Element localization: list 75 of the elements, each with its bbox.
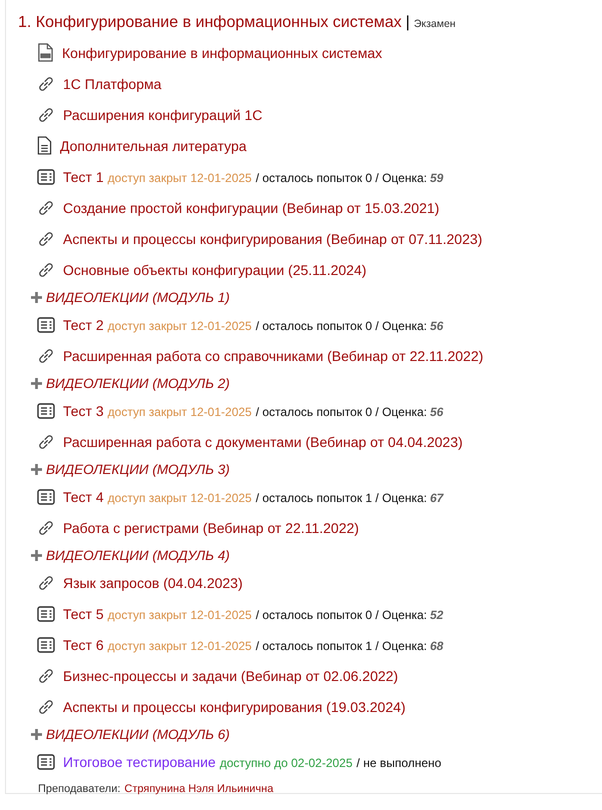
plus-icon[interactable] <box>31 292 42 302</box>
attempts-info: / осталось попыток 0 / Оценка: <box>256 608 427 622</box>
grade-value: 56 <box>430 318 444 332</box>
item-link[interactable]: Основные объекты конфигурации (25.11.2024) <box>63 262 366 278</box>
item-link[interactable]: Тест 1 <box>63 168 104 184</box>
checklist-icon <box>37 754 55 770</box>
link-icon <box>37 346 55 364</box>
access-status: доступ закрыт 12-01-2025 <box>108 318 252 332</box>
item-link[interactable]: Конфигурирование в информационных системах <box>62 44 382 60</box>
item-link[interactable]: Бизнес-процессы и задачи (Вебинар от 02.06.2022) <box>63 668 398 684</box>
item-link[interactable]: Аспекты и процессы конфигурирования (Вебинар от 07.11.2023) <box>63 230 482 246</box>
assessment-label: Экзамен <box>414 18 456 30</box>
grade-value: 68 <box>430 638 444 652</box>
checklist-icon <box>37 168 55 184</box>
item-link[interactable]: Работа с регистрами (Вебинар от 22.11.2022) <box>63 520 359 536</box>
link-icon <box>37 198 55 216</box>
link-icon <box>37 666 55 684</box>
grade-value: 59 <box>430 170 444 184</box>
link-icon <box>37 432 55 450</box>
item-link[interactable]: Дополнительная литература <box>60 138 247 154</box>
document-icon <box>37 136 52 155</box>
item-link[interactable]: Аспекты и процессы конфигурирования (19.03.2024) <box>63 698 406 714</box>
item-link[interactable]: Расширенная работа с документами (Вебинар от 04.04.2023) <box>63 434 463 450</box>
item-link[interactable]: Итоговое тестирование <box>63 754 216 770</box>
plus-icon[interactable] <box>31 378 42 388</box>
plus-icon[interactable] <box>31 728 42 740</box>
section-toggle[interactable]: ВИДЕОЛЕКЦИИ (МОДУЛЬ 4) <box>46 548 230 562</box>
item-link[interactable]: Расширения конфигураций 1С <box>63 106 262 122</box>
checklist-icon <box>37 488 55 504</box>
access-status: доступ закрыт 12-01-2025 <box>108 608 252 622</box>
checklist-icon <box>37 316 55 332</box>
link-icon <box>37 230 55 248</box>
access-status: доступ закрыт 12-01-2025 <box>108 404 252 418</box>
checklist-icon <box>37 402 55 418</box>
plus-icon[interactable] <box>31 550 42 560</box>
course-title[interactable]: 1. Конфигурирование в информационных системах <box>18 14 402 32</box>
link-icon <box>37 518 55 536</box>
separator: | <box>406 14 410 32</box>
attempts-info: / осталось попыток 0 / Оценка: <box>256 318 427 332</box>
grade-value: 56 <box>430 404 444 418</box>
teacher-name[interactable]: Стряпунина Нэля Ильинична <box>124 783 274 795</box>
item-link[interactable]: Тест 3 <box>63 402 104 418</box>
link-icon <box>37 698 55 716</box>
attempts-info: / осталось попыток 1 / Оценка: <box>256 490 427 504</box>
section-toggle[interactable]: ВИДЕОЛЕКЦИИ (МОДУЛЬ 3) <box>46 462 230 476</box>
item-link[interactable]: Создание простой конфигурации (Вебинар от 15.03.2021) <box>63 200 440 216</box>
grade-value: 52 <box>430 608 444 622</box>
pdf-file-icon <box>37 43 54 62</box>
section-toggle[interactable]: ВИДЕОЛЕКЦИИ (МОДУЛЬ 1) <box>46 290 230 304</box>
section-toggle[interactable]: ВИДЕОЛЕКЦИИ (МОДУЛЬ 2) <box>46 376 230 390</box>
link-icon <box>37 106 55 124</box>
item-link[interactable]: Тест 5 <box>63 606 104 622</box>
link-icon <box>37 260 55 278</box>
access-status: доступ закрыт 12-01-2025 <box>108 170 252 184</box>
section-toggle[interactable]: ВИДЕОЛЕКЦИИ (МОДУЛЬ 6) <box>46 726 230 742</box>
item-link[interactable]: Тест 6 <box>63 636 104 652</box>
link-icon <box>37 574 55 592</box>
plus-icon[interactable] <box>31 464 42 474</box>
item-link[interactable]: Тест 4 <box>63 488 104 504</box>
link-icon <box>37 74 55 92</box>
access-status: доступ закрыт 12-01-2025 <box>108 490 252 504</box>
item-link[interactable]: Расширенная работа со справочниками (Вебинар от 22.11.2022) <box>63 348 484 364</box>
attempts-info: / осталось попыток 0 / Оценка: <box>256 404 427 418</box>
item-link[interactable]: Язык запросов (04.04.2023) <box>63 574 243 590</box>
item-link[interactable]: Тест 2 <box>63 316 104 332</box>
attempts-info: / осталось попыток 0 / Оценка: <box>256 170 427 184</box>
attempts-info: / не выполнено <box>356 756 442 770</box>
teachers-label: Преподаватели: <box>38 783 120 795</box>
access-status: доступ закрыт 12-01-2025 <box>108 638 252 652</box>
item-link[interactable]: 1С Платформа <box>63 76 162 92</box>
checklist-icon <box>37 636 55 652</box>
checklist-icon <box>37 606 55 622</box>
attempts-info: / осталось попыток 1 / Оценка: <box>256 638 427 652</box>
grade-value: 67 <box>430 490 444 504</box>
access-status: доступно до 02-02-2025 <box>220 756 353 770</box>
